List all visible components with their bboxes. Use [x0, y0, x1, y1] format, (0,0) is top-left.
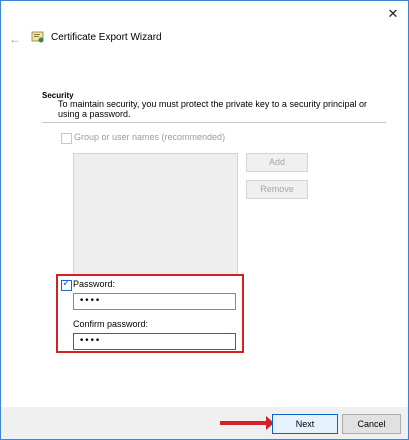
confirm-password-field[interactable]: •••• [73, 333, 236, 350]
remove-button[interactable]: Remove [246, 180, 308, 199]
group-or-user-label: Group or user names (recommended) [74, 132, 226, 142]
section-description: To maintain security, you must protect t… [58, 99, 367, 119]
certificate-export-wizard-window: ✕ ← Certificate Export Wizard Security T… [0, 0, 409, 440]
password-label: Password: [73, 279, 116, 289]
close-icon[interactable]: ✕ [386, 7, 400, 21]
add-button[interactable]: Add [246, 153, 308, 172]
user-names-list [73, 153, 238, 275]
checkmark-icon: ✓ [62, 278, 71, 289]
group-or-user-checkbox[interactable] [61, 133, 72, 144]
confirm-password-label: Confirm password: [73, 319, 149, 329]
password-checkbox[interactable]: ✓ [61, 278, 72, 291]
certificate-icon [31, 31, 44, 43]
cancel-button[interactable]: Cancel [342, 414, 401, 434]
wizard-content: Security To maintain security, you must … [1, 79, 408, 407]
next-button[interactable]: Next [272, 414, 338, 434]
wizard-title: Certificate Export Wizard [51, 32, 162, 43]
password-field[interactable]: •••• [73, 293, 236, 310]
annotation-arrow [220, 421, 268, 425]
divider [42, 122, 386, 123]
wizard-footer: Next Cancel [1, 407, 408, 439]
back-arrow-icon[interactable]: ← [9, 33, 21, 45]
title-bar: ✕ ← Certificate Export Wizard [1, 1, 408, 79]
